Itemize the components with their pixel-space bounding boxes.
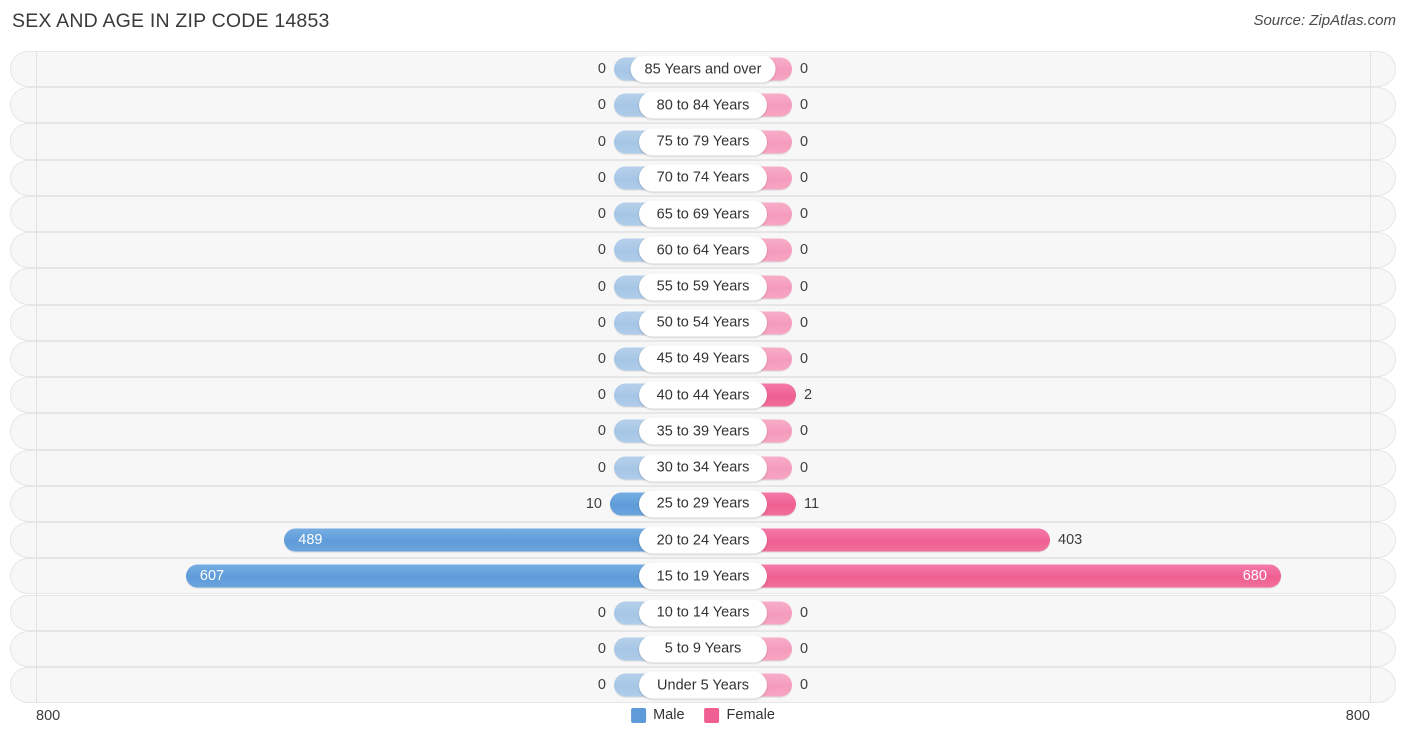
age-group-label: 15 to 19 Years [639,562,767,590]
sex-and-age-chart: SEX AND AGE IN ZIP CODE 14853 Source: Zi… [0,0,1406,740]
male-value-label: 0 [597,423,606,440]
age-group-row[interactable]: 0 0 70 to 74 Years [10,159,1396,196]
male-value-label: 0 [597,387,606,404]
age-group-label: 75 to 79 Years [639,128,767,156]
legend-label-male: Male [653,707,685,723]
source-attribution: Source: ZipAtlas.com [1253,12,1396,29]
age-group-row[interactable]: 10 11 25 to 29 Years [10,485,1396,522]
male-value-label: 0 [597,61,606,78]
age-group-row[interactable]: 607 680 15 to 19 Years [10,558,1396,595]
page-title: SEX AND AGE IN ZIP CODE 14853 [12,10,330,32]
female-value-label: 0 [800,459,809,476]
axis-label-right: 800 [1345,708,1370,724]
age-group-row[interactable]: 0 0 85 Years and over [10,51,1396,88]
male-bar[interactable] [185,564,692,588]
male-value-label: 10 [585,495,602,512]
age-group-row[interactable]: 489 403 20 to 24 Years [10,522,1396,559]
female-value-label: 0 [800,206,809,223]
female-value-label: 680 [1242,568,1267,585]
age-group-row[interactable]: 0 0 55 to 59 Years [10,268,1396,305]
age-group-label: 80 to 84 Years [639,91,767,119]
male-value-label: 489 [298,532,323,549]
age-group-row[interactable]: 0 0 50 to 54 Years [10,304,1396,341]
legend-swatch-female-icon [704,707,720,723]
chart-legend: Male Female [631,707,775,723]
male-value-label: 0 [597,97,606,114]
legend-label-female: Female [726,707,775,723]
male-value-label: 0 [597,242,606,259]
age-group-row[interactable]: 0 0 80 to 84 Years [10,87,1396,124]
female-value-label: 0 [800,97,809,114]
female-value-label: 0 [800,604,809,621]
age-group-label: Under 5 Years [639,671,767,699]
legend-item-male[interactable]: Male [631,707,685,723]
age-group-row[interactable]: 0 0 35 to 39 Years [10,413,1396,450]
age-group-label: 70 to 74 Years [639,164,767,192]
male-value-label: 0 [597,169,606,186]
age-group-label: 25 to 29 Years [639,490,767,518]
female-value-label: 0 [800,278,809,295]
age-group-row[interactable]: 0 0 10 to 14 Years [10,594,1396,631]
age-group-row[interactable]: 0 2 40 to 44 Years [10,377,1396,414]
female-value-label: 0 [800,677,809,694]
age-group-row[interactable]: 0 0 30 to 34 Years [10,449,1396,486]
chart-footer: 800 800 Male Female [0,703,1406,740]
female-value-label: 0 [800,133,809,150]
female-value-label: 0 [800,314,809,331]
female-value-label: 11 [804,495,820,512]
age-group-label: 45 to 49 Years [639,345,767,373]
male-value-label: 0 [597,206,606,223]
age-group-label: 40 to 44 Years [639,381,767,409]
age-group-label: 55 to 59 Years [639,273,767,300]
age-group-label: 30 to 34 Years [639,454,767,482]
female-value-label: 0 [800,61,809,78]
age-group-row[interactable]: 0 0 65 to 69 Years [10,195,1396,233]
female-bar[interactable] [714,564,1281,588]
female-value-label: 2 [804,387,813,404]
chart-plot-area: 0 0 85 Years and over 0 0 80 to 84 Years 0 0 75 … [10,51,1396,704]
age-group-label: 10 to 14 Years [639,599,767,627]
male-value-label: 0 [597,677,606,694]
male-value-label: 0 [597,350,606,367]
age-group-row[interactable]: 0 0 60 to 64 Years [10,232,1396,269]
age-group-row[interactable]: 0 0 75 to 79 Years [10,123,1396,160]
axis-label-left: 800 [36,708,61,724]
age-group-row[interactable]: 0 0 Under 5 Years [10,666,1396,704]
female-value-label: 0 [800,350,809,367]
legend-swatch-male-icon [631,707,647,723]
female-value-label: 0 [800,169,809,186]
male-value-label: 0 [597,459,606,476]
legend-item-female[interactable]: Female [704,707,775,723]
male-value-label: 0 [597,640,606,657]
age-group-label: 50 to 54 Years [639,309,767,337]
age-group-label: 35 to 39 Years [639,417,767,445]
female-value-label: 0 [800,423,809,440]
age-group-label: 65 to 69 Years [639,200,767,228]
male-value-label: 0 [597,133,606,150]
male-value-label: 0 [597,314,606,331]
female-value-label: 0 [800,640,809,657]
male-value-label: 0 [597,604,606,621]
male-value-label: 0 [597,278,606,295]
age-group-label: 5 to 9 Years [639,635,767,663]
female-value-label: 0 [800,242,809,259]
age-group-row[interactable]: 0 0 5 to 9 Years [10,630,1396,667]
male-value-label: 607 [199,568,225,585]
chart-header: SEX AND AGE IN ZIP CODE 14853 Source: Zi… [0,0,1406,46]
female-value-label: 403 [1058,532,1083,549]
male-bar[interactable] [284,528,692,552]
age-group-label: 85 Years and over [630,55,776,83]
age-group-label: 60 to 64 Years [639,236,767,264]
age-group-row[interactable]: 0 0 45 to 49 Years [10,340,1396,378]
age-group-label: 20 to 24 Years [639,526,767,554]
